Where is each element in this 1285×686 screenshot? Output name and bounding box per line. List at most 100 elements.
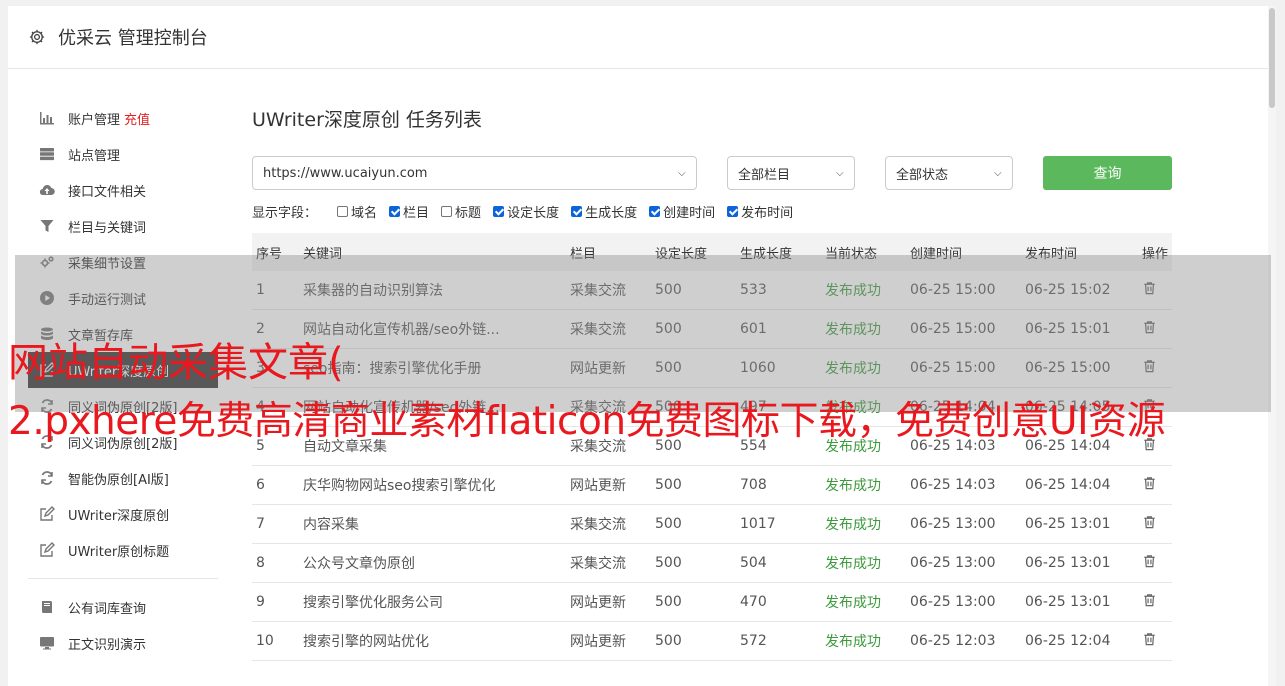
table-cell: 庆华购物网站seo搜索引擎优化 (299, 465, 566, 505)
app-title: 优采云 管理控制台 (58, 28, 208, 49)
sidebar-item-uwriter[interactable]: UWriter深度原创 (28, 496, 218, 532)
table-cell: 06-25 13:01 (1021, 504, 1138, 544)
sidebar-item-label: 栏目与关键词 (68, 220, 147, 236)
action-cell (1138, 621, 1172, 661)
image-overlay-band (15, 255, 1271, 412)
checkbox[interactable] (571, 206, 583, 217)
table-cell: 06-25 13:00 (906, 582, 1021, 622)
table-cell: 内容采集 (299, 504, 566, 544)
column-select[interactable]: 全部栏目 ⌵ (727, 156, 855, 190)
table-cell: 搜索引擎优化服务公司 (299, 582, 566, 622)
checkbox[interactable] (493, 206, 505, 217)
trash-icon[interactable] (1142, 592, 1157, 608)
table-cell: 公众号文章伪原创 (299, 543, 566, 583)
checkbox-label: 标题 (455, 206, 482, 221)
column-select-value: 全部栏目 (738, 167, 791, 183)
table-row: 8 公众号文章伪原创 采集交流 500 504 发布成功 06-25 13:00 06-25 … (252, 543, 1172, 583)
checkbox[interactable] (727, 206, 739, 217)
table-cell: 500 (651, 465, 736, 505)
table-cell: 10 (252, 621, 299, 661)
sidebar-item-ai-rewrite[interactable]: 智能伪原创[AI版] (28, 460, 218, 496)
table-cell: 8 (252, 543, 299, 583)
status-select[interactable]: 全部状态 ⌵ (885, 156, 1013, 190)
field-checkbox-title[interactable]: 标题 (441, 202, 481, 221)
sidebar-item-label: 账户管理 (68, 112, 121, 128)
table-row: 7 内容采集 采集交流 500 1017 发布成功 06-25 13:00 06-25 13:… (252, 504, 1172, 544)
checkbox[interactable] (649, 206, 661, 217)
sidebar-item-text-recognition[interactable]: 正文识别演示 (28, 625, 218, 661)
field-checkbox-column[interactable]: 栏目 (389, 202, 429, 221)
field-checkbox-gen-length[interactable]: 生成长度 (571, 202, 637, 221)
trash-icon[interactable] (1142, 475, 1157, 491)
table-cell: 7 (252, 504, 299, 544)
table-cell: 504 (736, 543, 821, 583)
sidebar-item-sites[interactable]: 站点管理 (28, 136, 218, 172)
table-cell: 发布成功 (821, 465, 906, 505)
sidebar-divider (28, 578, 218, 579)
sidebar-item-uwriter-title[interactable]: UWriter原创标题 (28, 532, 218, 568)
field-checkbox-created[interactable]: 创建时间 (649, 202, 715, 221)
query-button[interactable]: 查询 (1043, 156, 1172, 190)
field-checkbox-published[interactable]: 发布时间 (727, 202, 793, 221)
sidebar-item-account[interactable]: 账户管理 充值 (28, 100, 218, 136)
trash-icon[interactable] (1142, 553, 1157, 569)
gear-icon (29, 29, 45, 45)
recharge-link[interactable]: 充值 (124, 109, 150, 128)
table-cell: 9 (252, 582, 299, 622)
trash-icon[interactable] (1142, 514, 1157, 530)
scrollbar-thumb[interactable] (1269, 8, 1275, 108)
display-fields: 显示字段： 域名 栏目 标题 设定长度 生成长度 创建时间 发布时间 (252, 202, 1172, 221)
chevron-down-icon: ⌵ (836, 168, 844, 179)
edit-icon (38, 506, 56, 522)
sidebar-item-columns[interactable]: 栏目与关键词 (28, 208, 218, 244)
sidebar-item-public-lexicon[interactable]: 公有词库查询 (28, 589, 218, 625)
filter-bar: https://www.ucaiyun.com ⌵ 全部栏目 ⌵ 全部状态 ⌵ … (252, 156, 1172, 190)
sidebar-item-label: UWriter深度原创 (68, 508, 170, 524)
table-cell: 06-25 13:00 (906, 543, 1021, 583)
table-cell: 500 (651, 543, 736, 583)
cloud-upload-icon (38, 182, 56, 198)
trash-icon[interactable] (1142, 631, 1157, 647)
table-cell: 708 (736, 465, 821, 505)
filter-icon (38, 218, 56, 234)
sidebar-item-interface[interactable]: 接口文件相关 (28, 172, 218, 208)
chevron-down-icon: ⌵ (678, 168, 686, 179)
table-cell: 572 (736, 621, 821, 661)
checkbox[interactable] (337, 206, 349, 217)
table-cell: 06-25 13:01 (1021, 582, 1138, 622)
checkbox[interactable] (389, 206, 401, 217)
table-cell: 1017 (736, 504, 821, 544)
checkbox-label: 栏目 (403, 206, 430, 221)
edit-icon (38, 542, 56, 558)
field-checkbox-set-length[interactable]: 设定长度 (493, 202, 559, 221)
overlay-caption-line2: 2.pxhere免费高清商业素材flaticon免费图标下载，免费创意UI资源 (8, 399, 1166, 444)
sidebar-item-label: 站点管理 (68, 148, 121, 164)
checkbox[interactable] (441, 206, 453, 217)
checkbox-label: 设定长度 (507, 206, 560, 221)
header: 优采云 管理控制台 (8, 6, 1276, 69)
sidebar-item-label: 正文识别演示 (68, 637, 147, 653)
action-cell (1138, 465, 1172, 505)
action-cell (1138, 582, 1172, 622)
field-checkbox-domain[interactable]: 域名 (337, 202, 377, 221)
table-cell: 网站更新 (566, 621, 651, 661)
action-cell (1138, 543, 1172, 583)
checkbox-label: 发布时间 (741, 206, 794, 221)
table-cell: 06-25 14:03 (906, 465, 1021, 505)
chevron-down-icon: ⌵ (994, 168, 1002, 179)
table-cell: 06-25 13:01 (1021, 543, 1138, 583)
monitor-icon (38, 635, 56, 651)
checkbox-label: 创建时间 (663, 206, 716, 221)
table-cell: 06-25 13:00 (906, 504, 1021, 544)
table-cell: 500 (651, 504, 736, 544)
fields-label: 显示字段： (252, 206, 318, 221)
sidebar-item-label: UWriter原创标题 (68, 544, 170, 560)
refresh-icon (38, 470, 56, 486)
table-cell: 采集交流 (566, 504, 651, 544)
table-cell: 470 (736, 582, 821, 622)
table-cell: 采集交流 (566, 543, 651, 583)
action-cell (1138, 504, 1172, 544)
table-cell: 网站更新 (566, 582, 651, 622)
table-cell: 网站更新 (566, 465, 651, 505)
site-select[interactable]: https://www.ucaiyun.com ⌵ (252, 156, 697, 190)
